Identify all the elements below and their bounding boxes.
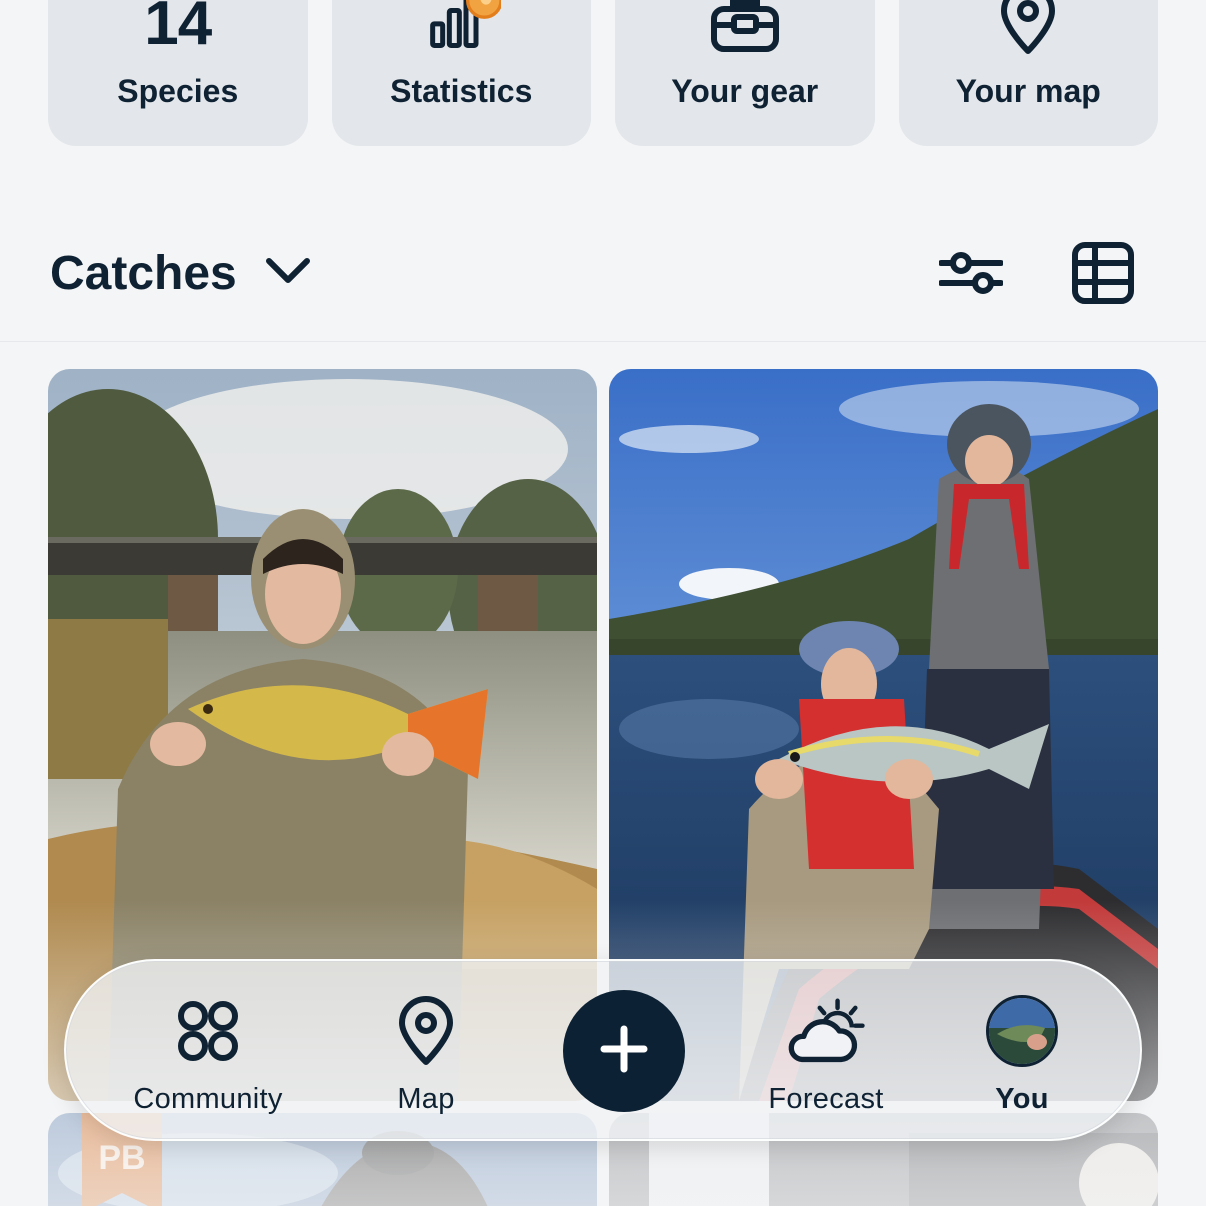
nav-community-label: Community [133,1083,283,1115]
table-grid-icon [1071,241,1135,310]
chevron-down-icon [265,256,311,291]
avatar-wrapper [982,991,1062,1071]
map-pin-icon [988,0,1068,55]
species-count: 14 [144,0,212,58]
pb-badge-label: PB [98,1139,146,1177]
nav-map[interactable]: Map [376,991,476,1116]
tile-statistics-label: Statistics [390,73,533,109]
tile-species-label: Species [117,73,239,109]
avatar [986,995,1058,1067]
bottom-nav: Community Map Forecast You [64,959,1142,1141]
plus-icon [600,1025,648,1078]
partly-cloudy-icon [786,991,866,1071]
community-icon [168,991,248,1071]
nav-you-label: You [995,1083,1049,1115]
add-catch-button[interactable] [563,990,685,1112]
tackle-box-icon [705,0,785,55]
summary-tiles: 14 Species Statistics Your gear Your map [48,0,1158,146]
map-pin-icon [386,991,466,1071]
tile-species[interactable]: 14 Species [48,0,308,146]
catches-header: Catches [0,206,1206,342]
nav-forecast[interactable]: Forecast [756,991,896,1116]
filter-button[interactable] [936,240,1006,310]
catches-dropdown[interactable]: Catches [50,246,311,301]
tile-map-label: Your map [955,73,1101,109]
app-screen: 14 Species Statistics Your gear Your map… [0,0,1206,1206]
nav-map-label: Map [397,1083,455,1115]
sliders-icon [938,249,1004,302]
tile-gear[interactable]: Your gear [615,0,875,146]
bar-chart-icon [421,0,502,55]
nav-you[interactable]: You [972,991,1072,1116]
view-toggle-button[interactable] [1068,240,1138,310]
tile-statistics[interactable]: Statistics [331,0,591,146]
nav-forecast-label: Forecast [768,1083,884,1115]
tile-map[interactable]: Your map [898,0,1158,146]
tile-gear-label: Your gear [671,73,819,109]
nav-community[interactable]: Community [124,991,292,1116]
catches-title: Catches [50,247,237,300]
